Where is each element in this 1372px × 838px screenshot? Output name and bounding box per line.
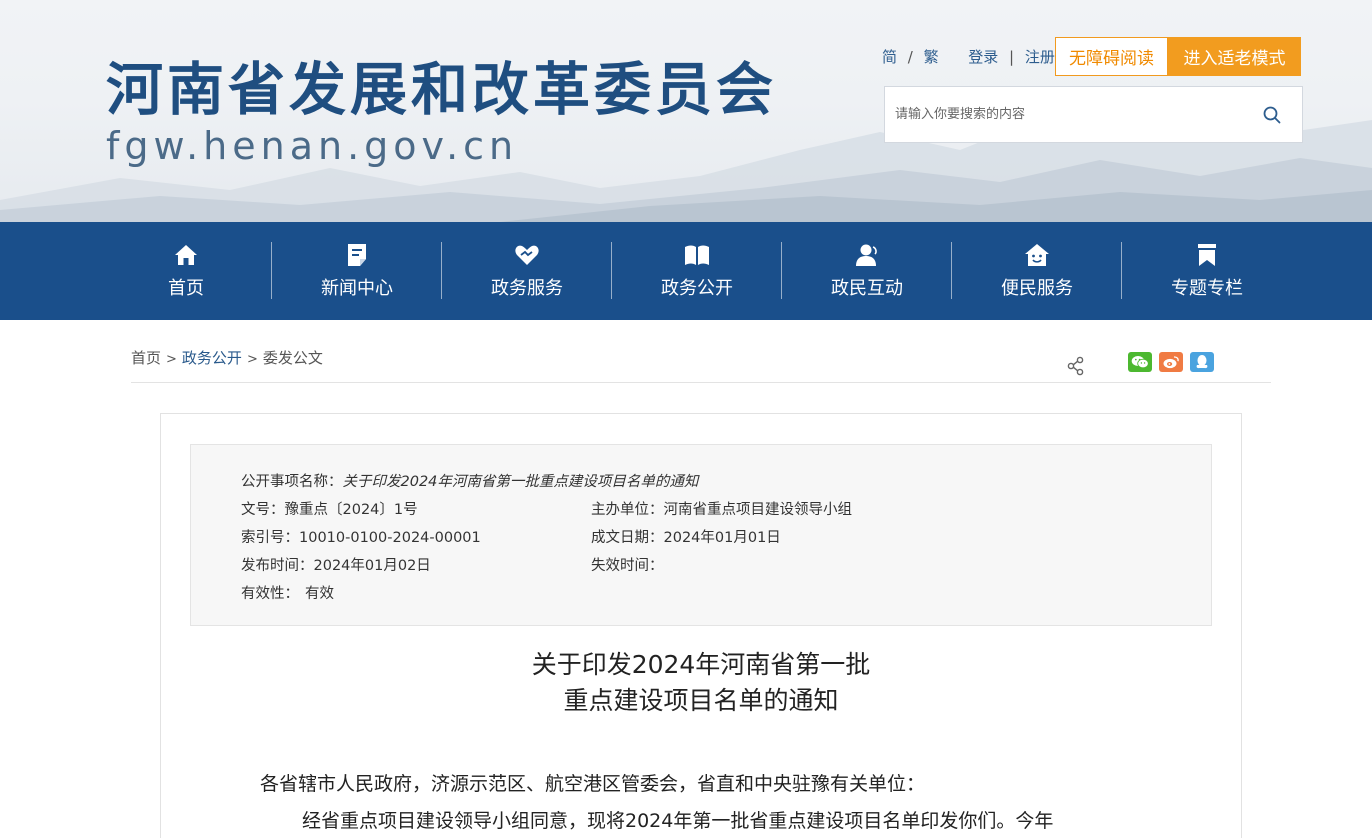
nav-divider — [611, 242, 612, 299]
nav-item-gov-service[interactable]: 政务服务 — [442, 222, 612, 320]
nav-label: 便民服务 — [1001, 278, 1073, 299]
host-value: 河南省重点项目建设领导小组 — [663, 502, 853, 518]
home-icon — [173, 242, 199, 268]
share-icon[interactable] — [1066, 356, 1086, 380]
doc-no-row: 文号：豫重点〔2024〕1号 — [241, 498, 418, 519]
nav-item-home[interactable]: 首页 — [101, 222, 271, 320]
document-paragraph: 经省重点项目建设领导小组同意，现将2024年第一批省重点建设项目名单印发你们。今… — [302, 810, 1054, 832]
wechat-icon[interactable] — [1128, 352, 1152, 372]
lang-separator: / — [907, 48, 913, 66]
breadcrumb-gov-open[interactable]: 政务公开 — [182, 349, 242, 367]
doc-no-label: 文号： — [241, 502, 285, 518]
traditional-link[interactable]: 繁 — [924, 46, 939, 67]
simplified-link[interactable]: 简 — [882, 46, 897, 67]
document-title-line: 重点建设项目名单的通知 — [563, 686, 839, 715]
publish-value: 2024年01月02日 — [313, 558, 431, 574]
publish-row: 发布时间：2024年01月02日 — [241, 554, 431, 575]
search-icon[interactable] — [1263, 106, 1281, 128]
elder-mode-button[interactable]: 进入适老模式 — [1168, 37, 1301, 76]
breadcrumb-home[interactable]: 首页 — [131, 349, 161, 367]
qq-icon[interactable] — [1190, 352, 1214, 372]
nav-label: 新闻中心 — [321, 278, 393, 299]
document-salutation: 各省辖市人民政府，济源示范区、航空港区管委会，省直和中央驻豫有关单位： — [260, 773, 926, 795]
accessible-reading-button[interactable]: 无障碍阅读 — [1055, 37, 1168, 76]
heart-hands-icon — [514, 242, 540, 268]
search-box — [884, 86, 1303, 143]
site-domain: fgw.henan.gov.cn — [106, 124, 519, 168]
host-row: 主办单位：河南省重点项目建设领导小组 — [591, 498, 852, 519]
nav-divider — [1121, 242, 1122, 299]
nav-item-special-topics[interactable]: 专题专栏 — [1122, 222, 1292, 320]
nav-divider — [951, 242, 952, 299]
validity-value: 有效 — [305, 586, 334, 602]
nav-item-news[interactable]: 新闻中心 — [272, 222, 442, 320]
top-links: 简 / 繁 登录 | 注册 — [882, 46, 1055, 67]
item-name-label: 公开事项名称： — [241, 474, 343, 490]
breadcrumb-separator: > — [166, 352, 177, 367]
user-icon — [854, 242, 880, 268]
house-smile-icon — [1024, 242, 1050, 268]
breadcrumb-current[interactable]: 委发公文 — [263, 349, 323, 367]
index-row: 索引号：10010-0100-2024-00001 — [241, 526, 481, 547]
document-title-line: 关于印发2024年河南省第一批 — [531, 650, 871, 679]
item-name-row: 公开事项名称：关于印发2024年河南省第一批重点建设项目名单的通知 — [241, 470, 698, 491]
weibo-icon[interactable] — [1159, 352, 1183, 372]
host-label: 主办单位： — [591, 502, 664, 518]
nav-label: 政务公开 — [661, 278, 733, 299]
nav-label: 政民互动 — [831, 278, 903, 299]
validity-row: 有效性： 有效 — [241, 582, 334, 603]
document-title: 关于印发2024年河南省第一批 重点建设项目名单的通知 — [190, 647, 1212, 719]
publish-label: 发布时间： — [241, 558, 314, 574]
nav-divider — [781, 242, 782, 299]
doc-no-value: 豫重点〔2024〕1号 — [284, 502, 418, 518]
auth-separator: | — [1009, 48, 1015, 66]
site-title: 河南省发展和改革委员会 — [106, 57, 777, 123]
open-book-icon — [684, 242, 710, 268]
nav-divider — [441, 242, 442, 299]
index-label: 索引号： — [241, 530, 299, 546]
breadcrumb-separator: > — [246, 352, 258, 367]
document-icon — [344, 242, 370, 268]
breadcrumb: 首页 > 政务公开 > 委发公文 — [131, 347, 323, 368]
nav-label: 首页 — [168, 278, 204, 299]
breadcrumb-divider — [131, 382, 1271, 383]
validity-label: 有效性： — [241, 586, 299, 602]
expire-row: 失效时间： — [591, 554, 664, 575]
item-name-value: 关于印发2024年河南省第一批重点建设项目名单的通知 — [342, 474, 699, 490]
nav-divider — [271, 242, 272, 299]
written-date-row: 成文日期：2024年01月01日 — [591, 526, 781, 547]
bookmark-icon — [1194, 242, 1220, 268]
nav-item-gov-open[interactable]: 政务公开 — [612, 222, 782, 320]
expire-label: 失效时间： — [591, 558, 664, 574]
nav-label: 专题专栏 — [1171, 278, 1243, 299]
main-nav: 首页 新闻中心 政务服务 政务公开 政民互动 便民服务 专题专栏 — [0, 222, 1372, 320]
index-value: 10010-0100-2024-00001 — [299, 530, 481, 546]
register-link[interactable]: 注册 — [1025, 46, 1055, 67]
search-input[interactable] — [885, 87, 1245, 142]
login-link[interactable]: 登录 — [968, 46, 998, 67]
written-date-label: 成文日期： — [591, 530, 664, 546]
written-date-value: 2024年01月01日 — [663, 530, 781, 546]
nav-item-interaction[interactable]: 政民互动 — [782, 222, 952, 320]
nav-label: 政务服务 — [491, 278, 563, 299]
metadata-box: 公开事项名称：关于印发2024年河南省第一批重点建设项目名单的通知 文号：豫重点… — [190, 444, 1212, 626]
nav-item-public-service[interactable]: 便民服务 — [952, 222, 1122, 320]
site-header: 河南省发展和改革委员会 fgw.henan.gov.cn 简 / 繁 登录 | … — [0, 0, 1372, 222]
